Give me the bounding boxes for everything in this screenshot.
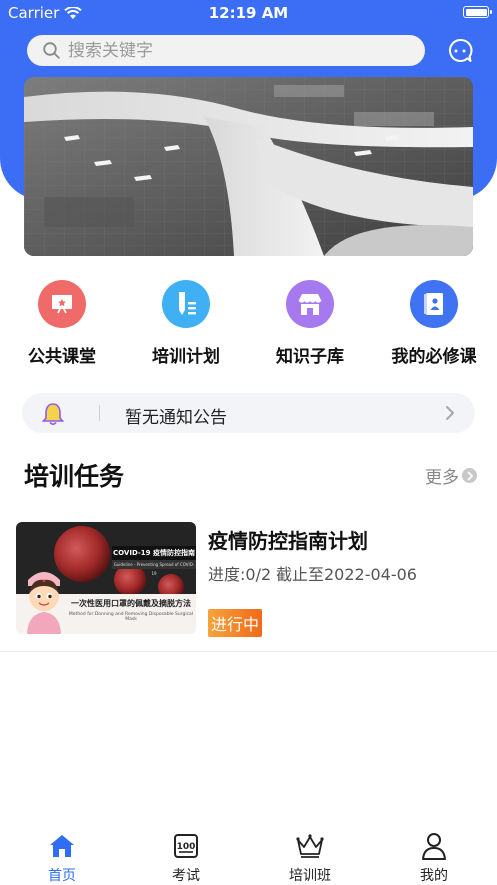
notice-text: 暂无通知公告 [125,408,227,428]
task-progress: 进度:0/2 [208,565,272,584]
tab-exam[interactable]: 100 考试 [136,825,236,885]
banner-carousel[interactable] [24,77,473,256]
public-class-icon [38,280,86,328]
entry-required-courses[interactable]: 我的必修课 [379,280,489,367]
thumb-tag: COVID-19 疫情防控指南 [112,546,196,560]
entry-knowledge-base[interactable]: 知识子库 [255,280,365,367]
exam-100-icon: 100 [174,834,198,858]
task-title: 疫情防控指南计划 [208,529,368,553]
task-card[interactable]: COVID-19 疫情防控指南 Guideline - Preventing S… [0,508,497,652]
entry-public-class[interactable]: 公共课堂 [7,280,117,367]
tab-training-class[interactable]: 培训班 [260,825,360,885]
quick-entry-grid: 公共课堂 培训计划 知识子库 我的必修课 [0,280,497,370]
bell-icon [41,403,65,426]
battery-level [465,8,487,16]
nurse-illustration [27,572,61,634]
chevron-right-icon [446,406,454,420]
status-badge: 进行中 [208,609,263,637]
tab-label: 首页 [48,868,76,884]
notice-bar[interactable]: 暂无通知公告 [22,393,475,433]
battery-icon [463,6,492,18]
more-label: 更多 [425,468,459,488]
status-time: 12:19 AM [208,4,289,22]
tab-mine[interactable]: 我的 [384,825,484,885]
entry-label: 知识子库 [276,347,344,367]
more-link[interactable]: 更多 [425,463,477,488]
banner-image [24,77,473,256]
person-icon [422,833,446,860]
training-plan-icon [162,280,210,328]
required-courses-icon [410,280,458,328]
tab-home[interactable]: 首页 [12,825,112,885]
tab-label: 培训班 [289,868,331,884]
search-icon [43,42,60,59]
search-input[interactable] [66,39,400,62]
entry-label: 公共课堂 [28,347,96,367]
crown-icon [296,834,324,858]
section-title: 培训任务 [24,462,125,491]
tab-label: 考试 [172,868,200,884]
thumb-subtitle-en: Method for Donning and Removing Disposab… [68,612,194,622]
home-icon [50,835,74,857]
entry-training-plan[interactable]: 培训计划 [131,280,241,367]
knowledge-base-icon [286,280,334,328]
message-icon[interactable] [446,37,474,65]
thumb-tag-en: Guideline - Preventing Spread of COVID-1… [112,560,196,576]
search-bar[interactable] [27,35,425,66]
chevron-circle-icon [462,468,477,483]
notice-divider [99,405,100,421]
tab-bar: 首页 100 考试 培训班 我的 [0,825,497,885]
status-bar: Carrier 12:19 AM [0,0,497,26]
tab-label: 我的 [420,868,448,884]
entry-label: 培训计划 [152,347,220,367]
task-deadline: 截止至2022-04-06 [276,565,417,584]
thumb-subtitle: 一次性医用口罩的佩戴及摘脱方法 [71,599,191,608]
task-thumbnail: COVID-19 疫情防控指南 Guideline - Preventing S… [16,522,196,634]
svg-text:100: 100 [177,842,196,852]
entry-label: 我的必修课 [391,347,477,367]
